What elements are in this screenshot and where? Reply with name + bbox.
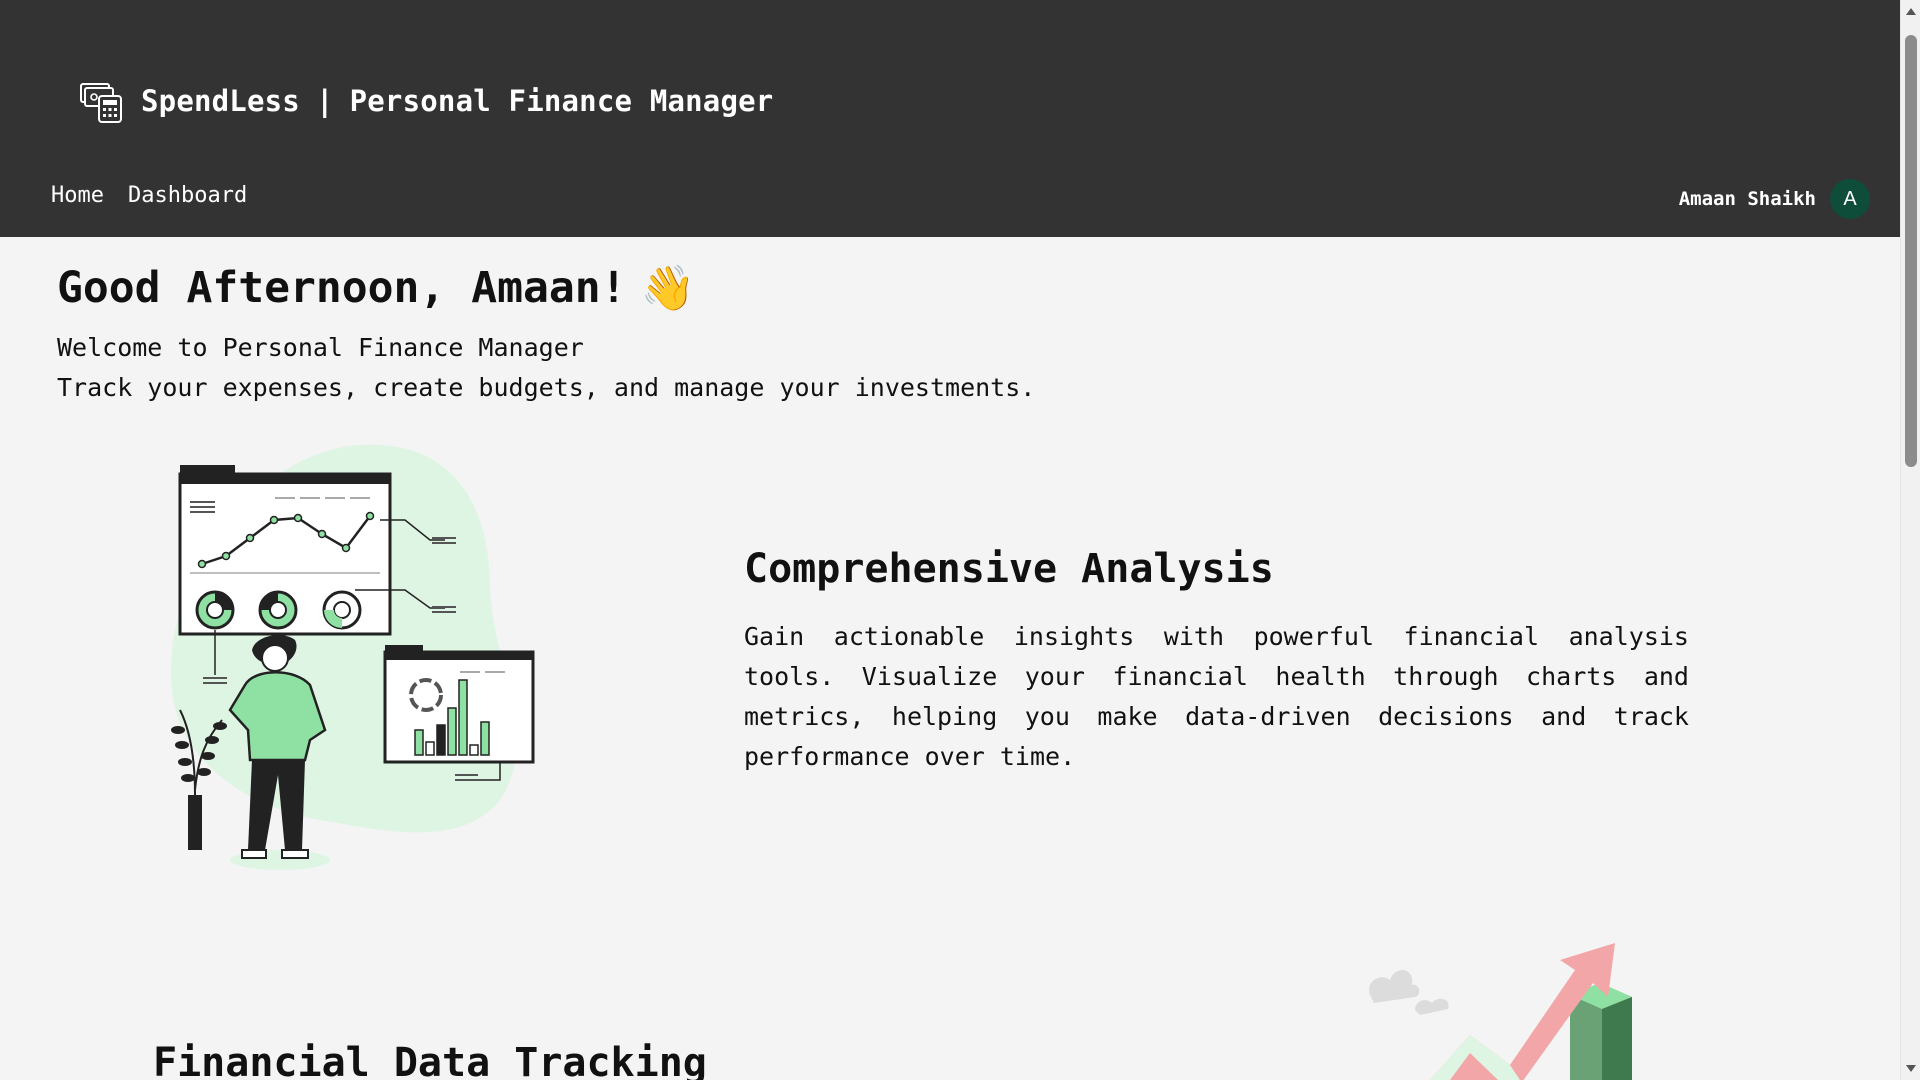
section-title: Comprehensive Analysis — [744, 546, 1274, 592]
scroll-up-icon[interactable] — [1906, 8, 1916, 15]
cash-calculator-icon — [80, 83, 122, 123]
person-viewing-charts-illustration — [171, 444, 535, 870]
brand-name: SpendLess — [141, 84, 300, 118]
waving-hand-icon: 👋 — [640, 263, 696, 314]
section-title: Financial Data Tracking — [153, 1040, 707, 1080]
scrollbar-thumb[interactable] — [1905, 35, 1917, 467]
brand[interactable]: SpendLess | Personal Finance Manager — [79, 78, 773, 124]
greeting-heading: Good Afternoon, Amaan! 👋 — [57, 262, 695, 314]
nav-home-link[interactable]: Home — [51, 183, 104, 208]
greeting-text: Good Afternoon, Amaan! — [57, 263, 627, 313]
welcome-text: Welcome to Personal Finance Manager — [57, 333, 584, 362]
section-description: Gain actionable insights with powerful f… — [744, 622, 1689, 771]
nav-dashboard-link[interactable]: Dashboard — [128, 183, 247, 208]
page: SpendLess | Personal Finance Manager Hom… — [0, 0, 1920, 1080]
brand-subtitle: Personal Finance Manager — [349, 84, 774, 118]
user-name: Amaan Shaikh — [1678, 188, 1816, 210]
user-menu[interactable]: Amaan Shaikh A — [1679, 179, 1870, 219]
tagline-text: Track your expenses, create budgets, and… — [57, 373, 1036, 402]
scroll-down-icon[interactable] — [1906, 1065, 1916, 1072]
main-nav: Home Dashboard — [51, 183, 247, 208]
avatar[interactable]: A — [1830, 179, 1870, 219]
brand-separator: | — [315, 84, 334, 118]
top-header: SpendLess | Personal Finance Manager Hom… — [0, 0, 1900, 237]
growth-arrow-illustration — [1369, 943, 1632, 1080]
vertical-scrollbar[interactable] — [1900, 0, 1920, 1080]
